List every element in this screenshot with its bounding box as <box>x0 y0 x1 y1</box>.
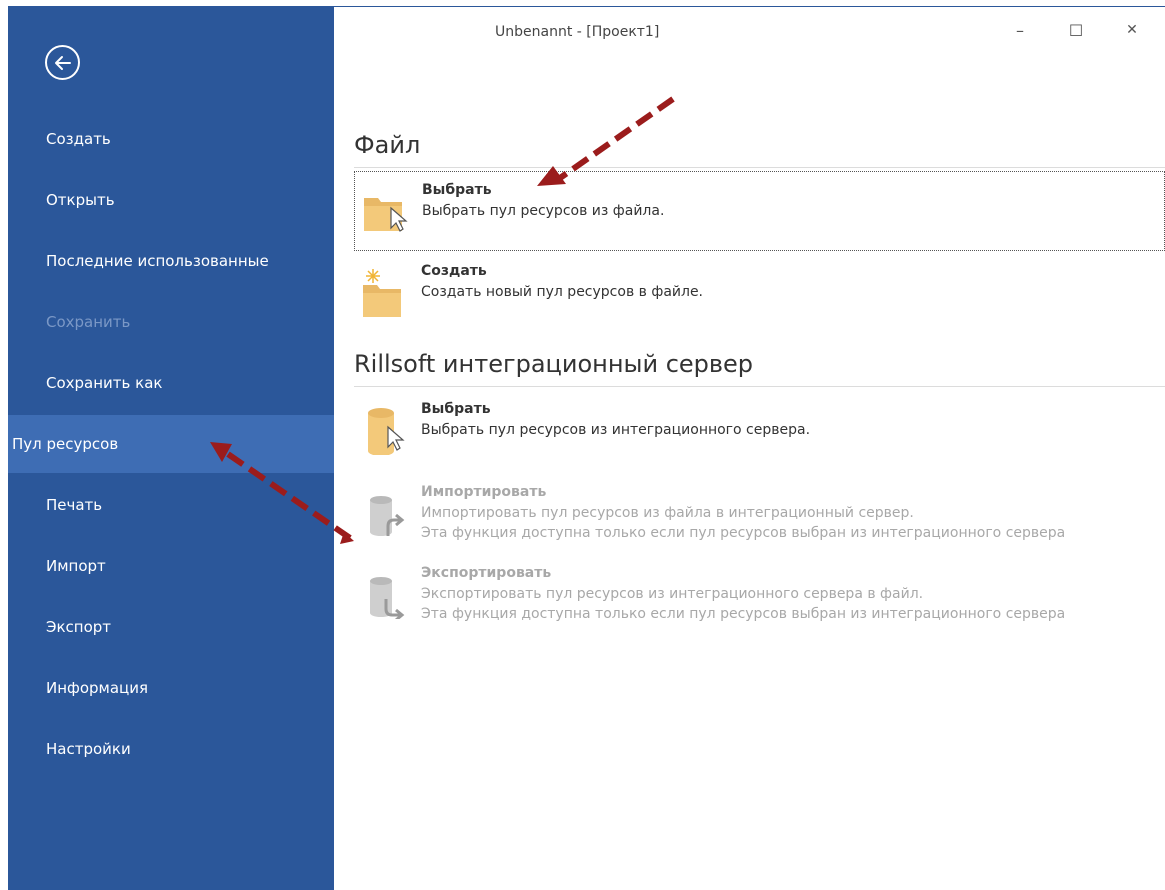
minimize-button[interactable]: – <box>1006 16 1034 44</box>
folder-cursor-icon <box>361 186 411 236</box>
database-import-icon <box>360 488 410 538</box>
item-title: Экспортировать <box>421 565 552 581</box>
maximize-button[interactable]: ☐ <box>1062 16 1090 44</box>
section-title-file: Файл <box>354 131 421 159</box>
nav-create[interactable]: Создать <box>8 110 334 168</box>
item-note: Эта функция доступна только если пул рес… <box>421 525 1066 541</box>
item-description: Создать новый пул ресурсов в файле. <box>421 284 704 300</box>
nav-print[interactable]: Печать <box>8 476 334 534</box>
database-cursor-icon <box>360 405 410 456</box>
window-edge <box>0 0 8 890</box>
item-note: Эта функция доступна только если пул рес… <box>421 606 1066 622</box>
close-button[interactable]: ✕ <box>1118 16 1146 44</box>
minimize-icon: – <box>1016 20 1024 40</box>
window-title: Unbenannt - [Проект1] <box>495 24 660 40</box>
item-description: Экспортировать пул ресурсов из интеграци… <box>421 586 924 602</box>
section-title-server: Rillsoft интеграционный сервер <box>354 350 754 378</box>
item-description: Выбрать пул ресурсов из файла. <box>422 203 665 219</box>
nav-save-as[interactable]: Сохранить как <box>8 354 334 412</box>
nav-info[interactable]: Информация <box>8 659 334 717</box>
back-button[interactable] <box>45 45 80 80</box>
close-icon: ✕ <box>1126 22 1138 38</box>
nav-export[interactable]: Экспорт <box>8 598 334 656</box>
server-select-item[interactable]: Выбрать Выбрать пул ресурсов из интеграц… <box>354 391 1165 471</box>
section-divider <box>354 167 1165 168</box>
nav-resource-pool[interactable]: Пул ресурсов <box>8 415 334 473</box>
backstage-sidebar: Создать Открыть Последние использованные… <box>8 6 334 890</box>
item-description: Выбрать пул ресурсов из интеграционного … <box>421 422 811 438</box>
nav-recent[interactable]: Последние использованные <box>8 232 334 290</box>
server-export-item: Экспортировать Экспортировать пул ресурс… <box>354 555 1165 635</box>
window-top-border <box>334 6 1165 7</box>
database-export-icon <box>360 569 410 622</box>
new-folder-icon <box>360 267 410 319</box>
server-import-item: Импортировать Импортировать пул ресурсов… <box>354 474 1165 554</box>
arrow-left-icon <box>54 55 71 70</box>
nav-save: Сохранить <box>46 313 131 331</box>
item-description: Импортировать пул ресурсов из файла в ин… <box>421 505 914 521</box>
maximize-icon: ☐ <box>1068 20 1084 40</box>
nav-settings[interactable]: Настройки <box>8 720 334 778</box>
item-title: Выбрать <box>421 401 491 417</box>
section-divider <box>354 386 1165 387</box>
file-create-item[interactable]: Создать Создать новый пул ресурсов в фай… <box>354 253 1165 333</box>
nav-import[interactable]: Импорт <box>8 537 334 595</box>
file-select-item[interactable]: Выбрать Выбрать пул ресурсов из файла. <box>354 171 1165 251</box>
item-title: Импортировать <box>421 484 547 500</box>
item-title: Выбрать <box>422 182 492 198</box>
nav-open[interactable]: Открыть <box>8 171 334 229</box>
item-title: Создать <box>421 263 487 279</box>
